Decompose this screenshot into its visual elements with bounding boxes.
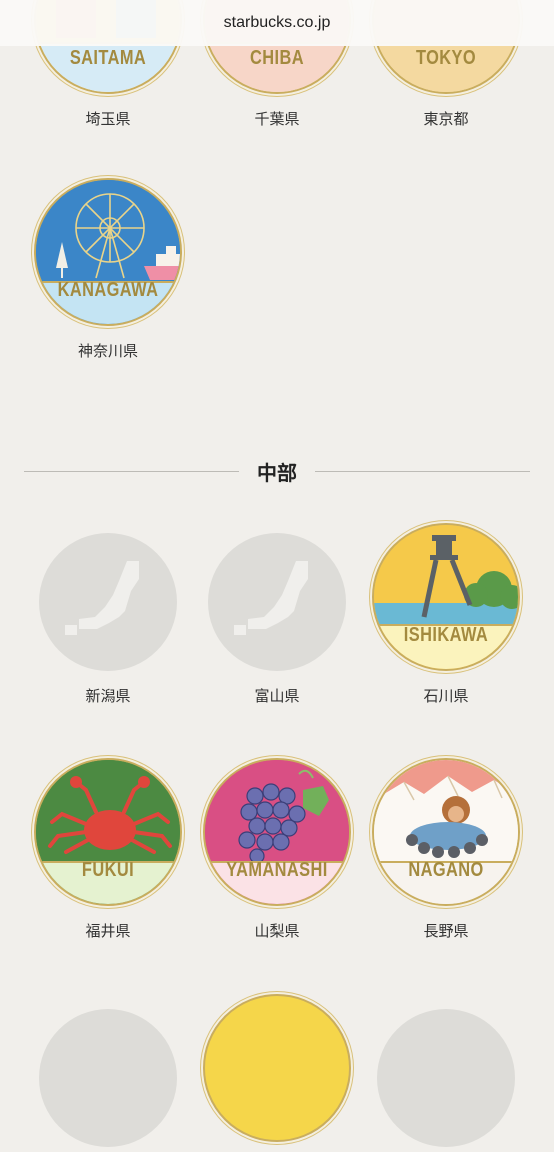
badge-item-fukui[interactable]: FUKUI 福井県 [32,758,184,941]
badge-item-ishikawa[interactable]: ISHIKAWA 石川県 [370,523,522,706]
nagano-badge: NAGANO [372,758,520,906]
next-badge [203,994,351,1142]
badge-item-next-2[interactable] [201,994,353,1142]
badge-name: KANAGAWA [57,279,159,301]
badge-item-niigata[interactable]: 新潟県 [32,528,184,706]
ishikawa-badge: ISHIKAWA [372,523,520,671]
badge-caption: 千葉県 [254,110,300,128]
badge-name: TOKYO [415,47,477,69]
badge-name: NAGANO [408,859,484,881]
nagano-illustration [374,760,518,904]
badge-item-yamanashi[interactable]: YAMANASHI 山梨県 [201,758,353,941]
kanagawa-badge: KANAGAWA [34,178,182,326]
divider-right [315,470,530,472]
yamanashi-illustration [205,760,349,904]
url-text: starbucks.co.jp [223,14,331,31]
section-heading: 中部 [257,460,297,485]
section-title-chubu: 中部 [24,454,530,488]
kanagawa-illustration [36,180,180,324]
badge-caption: 新潟県 [85,687,131,705]
divider-left [24,470,239,472]
fukui-badge: FUKUI [34,758,182,906]
badge-name: SAITAMA [69,47,147,69]
badge-item-next-1[interactable] [32,1004,184,1152]
locked-badge-placeholder [39,533,177,671]
badge-item-kanagawa[interactable]: KANAGAWA 神奈川県 [32,178,184,361]
ishikawa-illustration [374,525,518,669]
badge-name: FUKUI [81,859,135,881]
badge-caption: 山梨県 [254,922,300,940]
japan-map-icon [65,561,139,635]
badge-caption: 富山県 [254,687,300,705]
badge-caption: 石川県 [423,687,469,705]
badge-item-toyama[interactable]: 富山県 [201,528,353,706]
badge-name: CHIBA [250,47,304,69]
badge-item-nagano[interactable]: NAGANO 長野県 [370,758,522,941]
badge-caption: 東京都 [423,110,469,128]
locked-badge-placeholder [208,533,346,671]
yamanashi-badge: YAMANASHI [203,758,351,906]
locked-badge-placeholder [377,1009,515,1147]
badge-name: YAMANASHI [226,859,328,881]
badge-name: ISHIKAWA [403,624,489,646]
badge-item-next-3[interactable] [370,1004,522,1152]
badge-caption: 長野県 [423,922,469,940]
badge-caption: 福井県 [85,922,131,940]
badge-caption: 神奈川県 [77,342,138,360]
fukui-illustration [36,760,180,904]
badge-caption: 埼玉県 [85,110,131,128]
japan-map-icon [234,561,308,635]
browser-url-bar[interactable]: starbucks.co.jp [0,0,554,46]
locked-badge-placeholder [39,1009,177,1147]
